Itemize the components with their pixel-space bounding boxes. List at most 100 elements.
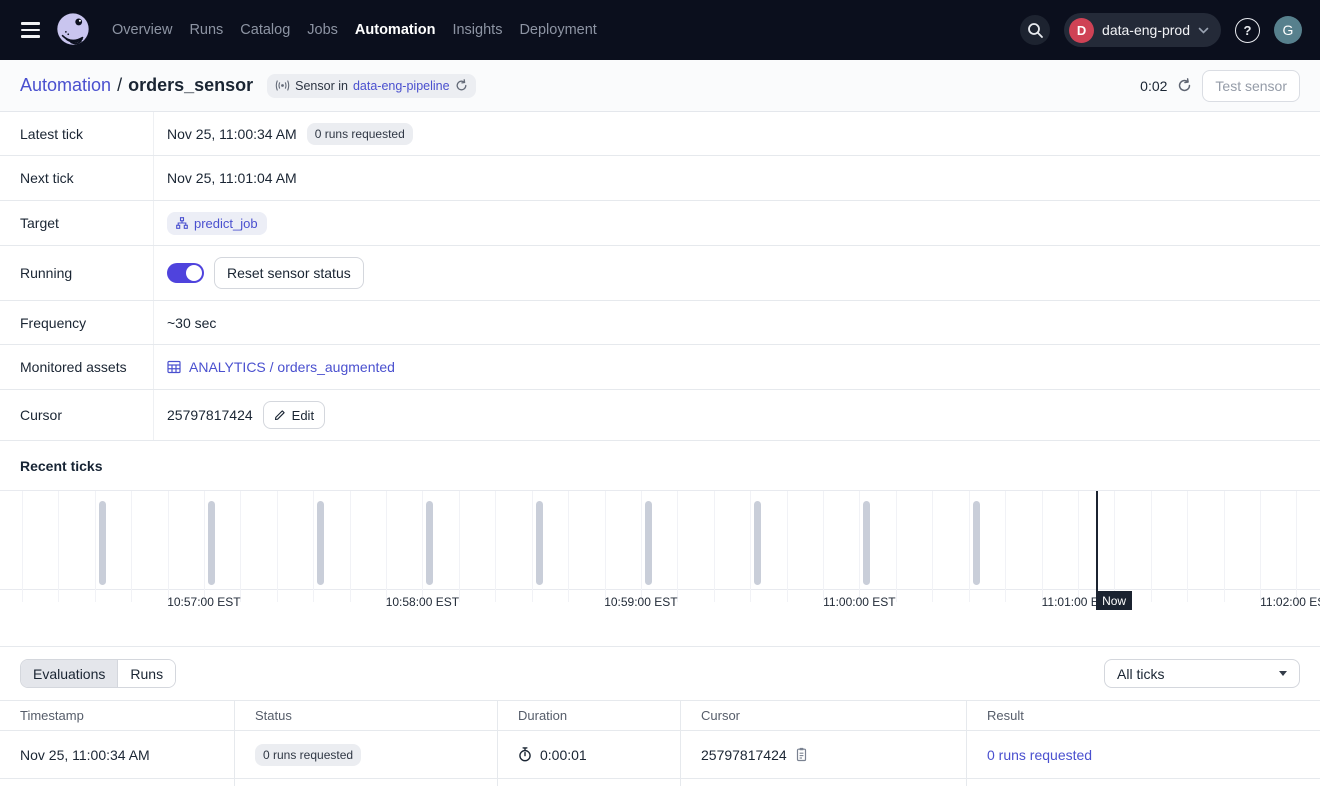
reset-sensor-status-button[interactable]: Reset sensor status [214, 257, 364, 289]
timeline-axis-label: 10:59:00 EST [576, 595, 706, 609]
tick-bar[interactable] [863, 501, 870, 585]
question-icon: ? [1244, 23, 1252, 38]
column-header-timestamp: Timestamp [0, 701, 234, 730]
timeline-gridline [932, 491, 933, 602]
latest-tick-row: Latest tick Nov 25, 11:00:34 AM 0 runs r… [0, 112, 1320, 156]
deployment-name: data-eng-prod [1102, 22, 1190, 38]
nav-item-overview[interactable]: Overview [112, 22, 172, 38]
monitored-asset-link[interactable]: ANALYTICS / orders_augmented [167, 359, 395, 375]
timeline-gridline [131, 491, 132, 602]
user-avatar[interactable]: G [1274, 16, 1302, 44]
recent-ticks-heading: Recent ticks [0, 441, 1320, 490]
timeline-gridline [605, 491, 606, 602]
column-header-status: Status [234, 701, 497, 730]
pencil-icon [274, 409, 286, 421]
nav-item-jobs[interactable]: Jobs [307, 22, 338, 38]
cursor-label: Cursor [0, 390, 154, 440]
timeline-gridline [787, 491, 788, 602]
timeline-gridline [714, 491, 715, 602]
chevron-down-icon [1198, 27, 1209, 34]
refresh-icon[interactable] [1177, 78, 1192, 93]
timeline-gridline [677, 491, 678, 602]
nav-item-insights[interactable]: Insights [452, 22, 502, 38]
test-sensor-button[interactable]: Test sensor [1202, 70, 1300, 102]
hamburger-menu-icon[interactable] [18, 18, 42, 42]
timeline-gridline [1005, 491, 1006, 602]
nav-item-automation[interactable]: Automation [355, 22, 436, 38]
stopwatch-icon [518, 747, 532, 762]
sensor-badge-prefix: Sensor in [295, 79, 348, 93]
frequency-label: Frequency [0, 301, 154, 344]
help-button[interactable]: ? [1235, 18, 1260, 43]
copy-cursor-icon[interactable] [795, 747, 808, 762]
tab-runs[interactable]: Runs [117, 660, 175, 687]
target-job-name: predict_job [194, 216, 258, 231]
page-title: orders_sensor [128, 75, 253, 96]
timeline-gridline [859, 491, 860, 602]
frequency-value: ~30 sec [167, 315, 216, 331]
evaluations-runs-tabs: EvaluationsRuns [20, 659, 176, 688]
target-job-link[interactable]: predict_job [167, 212, 267, 235]
now-marker-line [1096, 491, 1098, 597]
search-button[interactable] [1020, 15, 1050, 45]
timeline-gridline [1296, 491, 1297, 602]
column-header-duration: Duration [497, 701, 680, 730]
tick-bar[interactable] [973, 501, 980, 585]
tick-bar[interactable] [99, 501, 106, 585]
timeline-axis-label: 11:00:00 EST [794, 595, 924, 609]
timeline-gridline [969, 491, 970, 602]
tick-bar[interactable] [317, 501, 324, 585]
tick-bar[interactable] [426, 501, 433, 585]
timeline-gridline [95, 491, 96, 602]
tick-filter-value: All ticks [1117, 666, 1164, 682]
job-icon [176, 217, 188, 229]
tick-filter-select[interactable]: All ticks [1104, 659, 1300, 688]
latest-tick-label: Latest tick [0, 112, 154, 155]
tick-bar[interactable] [645, 501, 652, 585]
row-result-link[interactable]: 0 runs requested [987, 747, 1092, 763]
latest-tick-status-badge: 0 runs requested [307, 123, 413, 145]
nav-item-catalog[interactable]: Catalog [240, 22, 290, 38]
timeline-gridline [240, 491, 241, 602]
target-row: Target predict_job [0, 201, 1320, 246]
reload-icon[interactable] [455, 79, 468, 92]
row-duration: 0:00:01 [540, 747, 587, 763]
tick-bar[interactable] [208, 501, 215, 585]
cursor-row: Cursor 25797817424 Edit [0, 390, 1320, 441]
now-badge: Now [1096, 591, 1132, 610]
evaluations-table: TimestampStatusDurationCursorResult Nov … [0, 700, 1320, 786]
top-navigation: Overview Runs Catalog Jobs Automation Insight… [0, 0, 1320, 60]
target-label: Target [0, 201, 154, 245]
recent-ticks-timeline[interactable]: 10:57:00 EST 10:58:00 EST 10:59:00 EST 11:0… [0, 490, 1320, 625]
nav-item-runs[interactable]: Runs [189, 22, 223, 38]
dagster-logo-icon[interactable] [54, 11, 92, 49]
nav-item-deployment[interactable]: Deployment [519, 22, 596, 38]
timeline-axis-label: 10:57:00 EST [139, 595, 269, 609]
table-row-partial [0, 779, 1320, 786]
edit-cursor-button[interactable]: Edit [263, 401, 325, 429]
table-header-row: TimestampStatusDurationCursorResult [0, 700, 1320, 731]
evaluations-controls: EvaluationsRuns All ticks [0, 646, 1320, 700]
running-toggle[interactable] [167, 263, 204, 283]
timeline-gridline [168, 491, 169, 602]
breadcrumb-separator: / [117, 75, 122, 96]
tick-bar[interactable] [536, 501, 543, 585]
timeline-gridline [313, 491, 314, 602]
tab-evaluations[interactable]: Evaluations [21, 660, 117, 687]
evaluation-row: Nov 25, 11:00:34 AM0 runs requested0:00:… [0, 731, 1320, 779]
timeline-gridline [422, 491, 423, 602]
timeline-gridline [495, 491, 496, 602]
breadcrumb-automation-link[interactable]: Automation [20, 75, 111, 96]
edit-button-label: Edit [292, 408, 314, 423]
deployment-avatar: D [1069, 18, 1094, 43]
sensor-location-badge: Sensor in data-eng-pipeline [267, 74, 475, 98]
latest-tick-time: Nov 25, 11:00:34 AM [167, 126, 297, 142]
refresh-countdown: 0:02 [1140, 78, 1167, 94]
tick-bar[interactable] [754, 501, 761, 585]
deployment-switcher[interactable]: D data-eng-prod [1064, 13, 1221, 47]
sensor-metadata: Latest tick Nov 25, 11:00:34 AM 0 runs r… [0, 112, 1320, 441]
timeline-axis-label: 10:58:00 EST [357, 595, 487, 609]
timeline-axis-line [0, 589, 1320, 590]
timeline-gridline [204, 491, 205, 602]
code-location-link[interactable]: data-eng-pipeline [353, 79, 450, 93]
